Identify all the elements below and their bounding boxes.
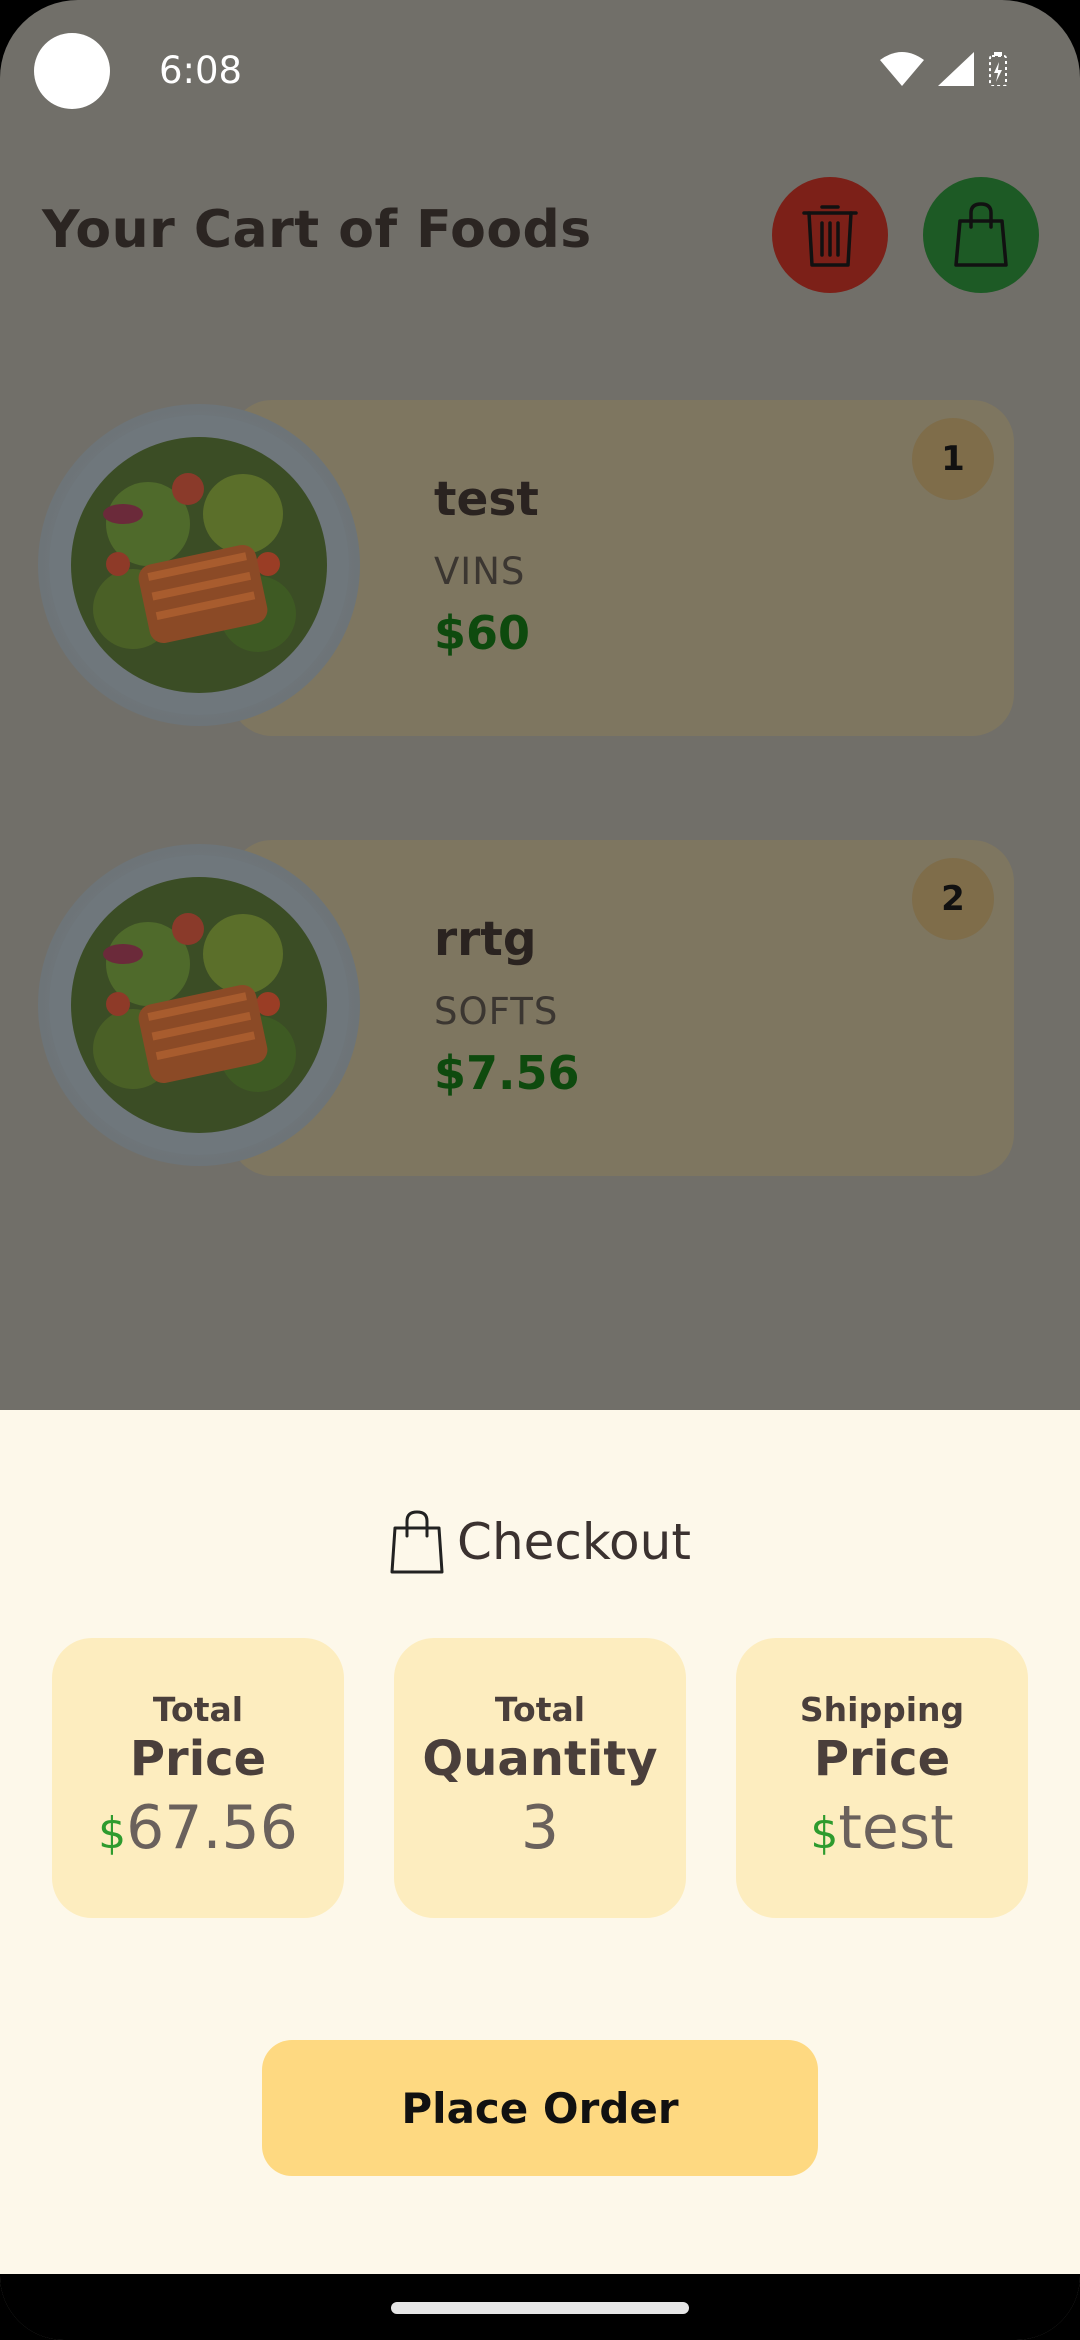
item-name: rrtg [434, 912, 537, 967]
camera-cutout [34, 33, 110, 109]
stat-value: $67.56 [52, 1793, 344, 1863]
stat-value: $test [736, 1793, 1028, 1863]
item-category: VINS [434, 550, 526, 593]
total-price-card: Total Price $67.56 [52, 1638, 344, 1918]
stat-label-top: Total [152, 1690, 244, 1729]
stat-label-main: Price [813, 1731, 951, 1787]
page-title: Your Cart of Foods [42, 200, 592, 260]
stat-label-top: Shipping [799, 1690, 965, 1729]
shopping-bag-icon [954, 202, 1008, 267]
food-image [38, 404, 360, 726]
stat-label-main: Quantity [422, 1731, 658, 1787]
trash-icon [802, 205, 858, 267]
shopping-bag-icon [390, 1510, 444, 1574]
shipping-price-value: test [838, 1793, 954, 1863]
currency-symbol: $ [98, 1808, 127, 1859]
signal-icon [938, 52, 974, 86]
wifi-icon [880, 52, 924, 86]
cart-item[interactable]: test VINS $60 1 [0, 400, 1080, 736]
stat-value: 3 [394, 1793, 686, 1863]
checkout-header: Checkout [0, 1508, 1080, 1576]
food-image [38, 844, 360, 1166]
currency-symbol: $ [810, 1808, 839, 1859]
shipping-price-card: Shipping Price $test [736, 1638, 1028, 1918]
clear-cart-button[interactable] [772, 177, 888, 293]
quantity-badge: 2 [912, 858, 994, 940]
go-to-checkout-button[interactable] [923, 177, 1039, 293]
stat-label-top: Total [494, 1690, 586, 1729]
quantity-badge: 1 [912, 418, 994, 500]
checkout-title: Checkout [457, 1513, 691, 1571]
checkout-stats: Total Price $67.56 Total Quantity 3 Ship… [52, 1638, 1028, 1918]
total-quantity-value: 3 [520, 1793, 560, 1863]
total-price-value: 67.56 [126, 1793, 298, 1863]
cart-item[interactable]: rrtg SOFTS $7.56 2 [0, 840, 1080, 1176]
home-handle[interactable] [391, 2302, 689, 2314]
total-quantity-card: Total Quantity 3 [394, 1638, 686, 1918]
app-screen: 6:08 Your Cart of Foods test VINS $60 1 … [0, 0, 1080, 2340]
stat-label-main: Price [129, 1731, 267, 1787]
item-price: $7.56 [434, 1046, 580, 1100]
item-name: test [434, 472, 539, 527]
checkout-sheet: Checkout Total Price $67.56 Total Quanti… [0, 1410, 1080, 2274]
item-price: $60 [434, 606, 531, 660]
item-category: SOFTS [434, 990, 559, 1033]
status-time: 6:08 [159, 49, 243, 92]
status-bar: 6:08 [0, 0, 1080, 140]
place-order-button[interactable]: Place Order [262, 2040, 818, 2176]
status-icons [880, 52, 1008, 86]
battery-icon [989, 52, 1007, 86]
